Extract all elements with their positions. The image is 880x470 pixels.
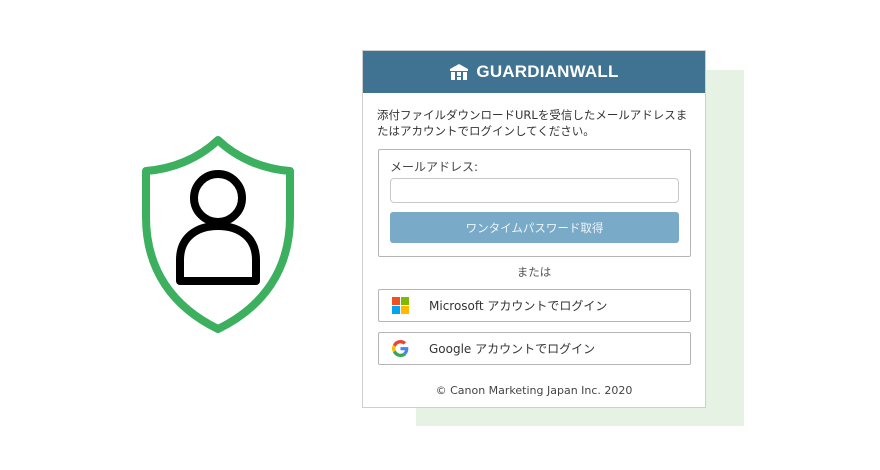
microsoft-login-button[interactable]: Microsoft アカウントでログイン — [378, 289, 691, 322]
login-card: GUARDIANWALL 添付ファイルダウンロードURLを受信したメールアドレス… — [362, 50, 706, 408]
user-body — [176, 222, 260, 285]
user-head — [190, 170, 246, 226]
shield-user-icon — [142, 136, 294, 333]
instruction-text: 添付ファイルダウンロードURLを受信したメールアドレスまたはアカウントでログイン… — [377, 108, 688, 138]
email-login-panel: メールアドレス: ワンタイムパスワード取得 — [378, 149, 691, 257]
google-login-button[interactable]: Google アカウントでログイン — [378, 332, 691, 365]
email-input[interactable] — [390, 178, 679, 203]
microsoft-icon — [391, 297, 409, 315]
logo-text: GUARDIANWALL — [476, 62, 619, 81]
get-one-time-password-button[interactable]: ワンタイムパスワード取得 — [390, 212, 679, 243]
google-login-label: Google アカウントでログイン — [429, 342, 596, 356]
google-icon — [391, 340, 409, 358]
microsoft-login-label: Microsoft アカウントでログイン — [429, 299, 608, 313]
guardianwall-logo-icon — [450, 64, 469, 80]
email-label: メールアドレス: — [390, 160, 479, 174]
or-divider: または — [516, 265, 552, 279]
copyright-text: © Canon Marketing Japan Inc. 2020 — [435, 384, 633, 397]
shield-outline — [142, 136, 294, 333]
card-header: GUARDIANWALL — [363, 51, 705, 93]
